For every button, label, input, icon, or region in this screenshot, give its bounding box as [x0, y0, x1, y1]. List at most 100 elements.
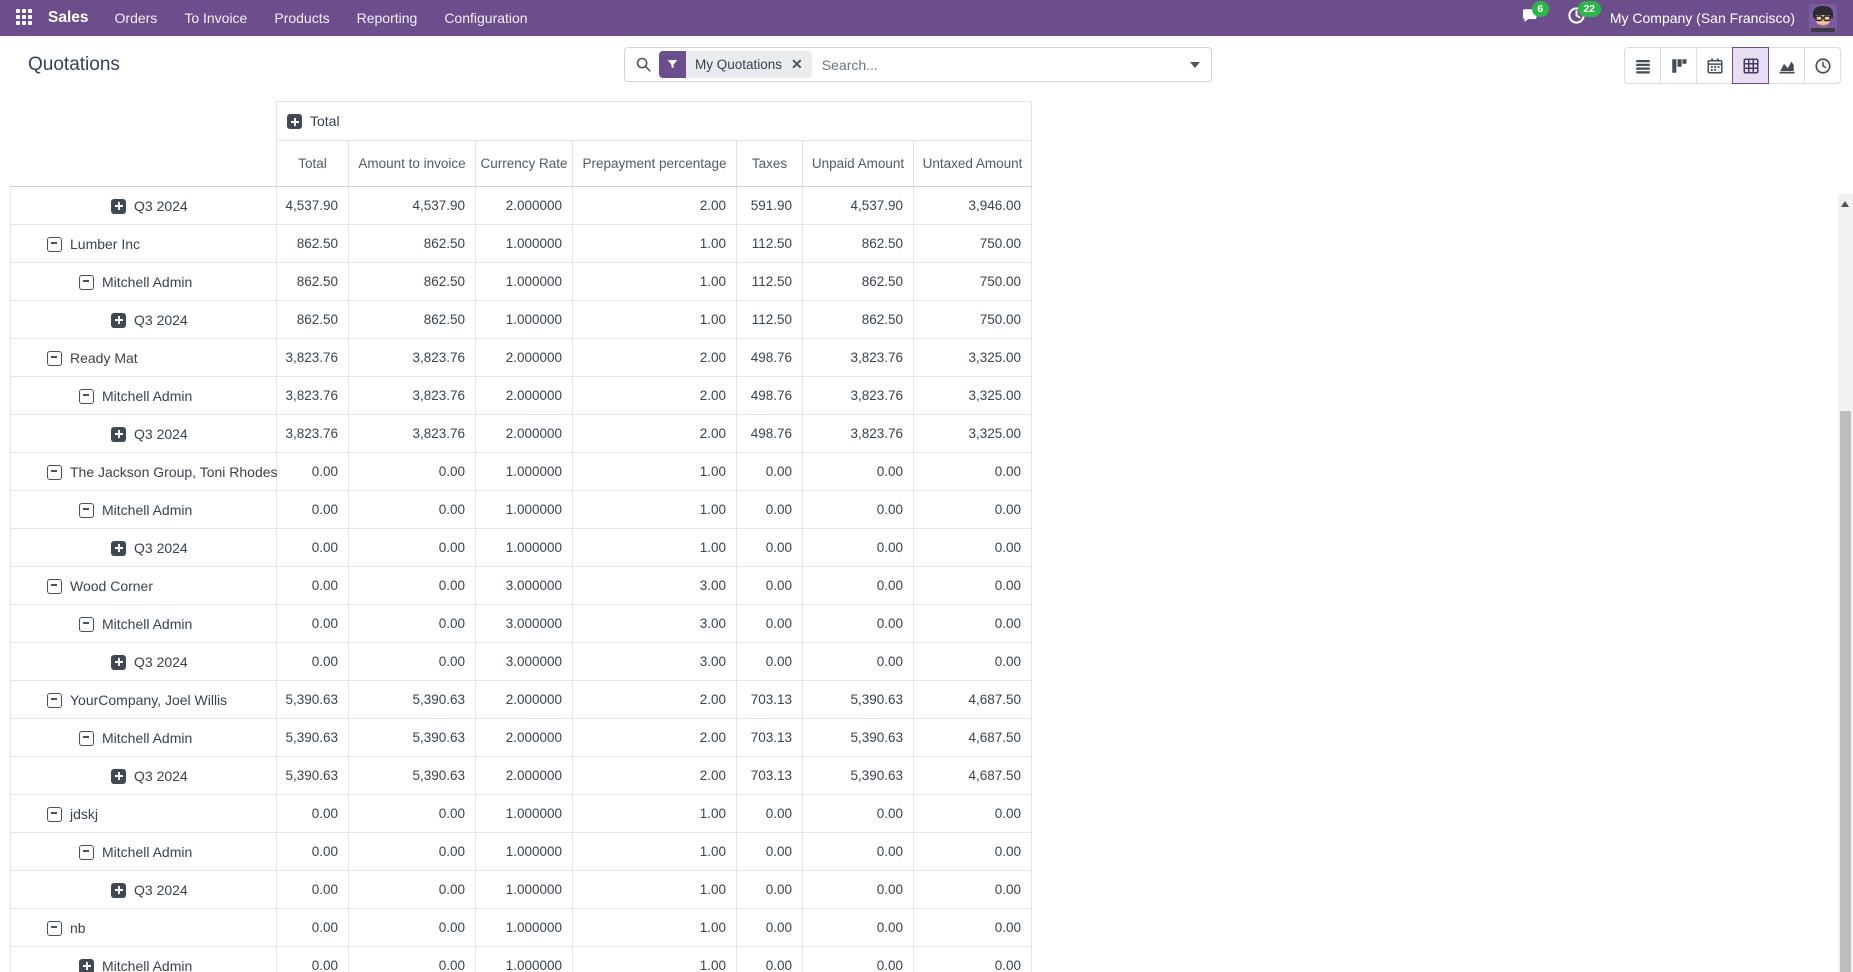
cell-value: 3,823.76 [349, 339, 476, 377]
row-header-mitchell-admin[interactable]: Mitchell Admin [11, 719, 277, 757]
cell-value: 0.00 [349, 453, 476, 491]
remove-filter-icon[interactable]: ✕ [789, 56, 812, 73]
cell-value: 0.00 [803, 871, 914, 909]
column-header-currency-rate[interactable]: Currency Rate [476, 141, 573, 187]
cell-value: 2.00 [573, 757, 737, 795]
expand-column-icon[interactable] [287, 114, 302, 129]
view-graph-button[interactable] [1768, 47, 1805, 84]
search-input[interactable] [812, 57, 1178, 73]
row-header-q3-2024[interactable]: Q3 2024 [11, 301, 277, 339]
collapse-row-icon[interactable] [47, 237, 62, 252]
row-header-lumber-inc[interactable]: Lumber Inc [11, 225, 277, 263]
collapse-row-icon[interactable] [47, 921, 62, 936]
row-header-wood-corner[interactable]: Wood Corner [11, 567, 277, 605]
row-header-q3-2024[interactable]: Q3 2024 [11, 187, 277, 225]
scrollbar-thumb[interactable] [1840, 411, 1851, 972]
scrollbar-up-arrow[interactable] [1841, 201, 1849, 207]
collapse-row-icon[interactable] [79, 503, 94, 518]
nav-item-to-invoice[interactable]: To Invoice [184, 10, 247, 26]
cell-value: 5,390.63 [803, 757, 914, 795]
cell-value: 0.00 [277, 871, 349, 909]
nav-item-products[interactable]: Products [274, 10, 329, 26]
expand-row-icon[interactable] [111, 883, 126, 898]
column-group-total[interactable]: Total [277, 102, 1032, 141]
cell-value: 0.00 [737, 833, 803, 871]
expand-row-icon[interactable] [111, 313, 126, 328]
row-header-jdskj[interactable]: jdskj [11, 795, 277, 833]
pivot-row: Ready Mat3,823.763,823.762.0000002.00498… [11, 339, 1032, 377]
row-label-text: YourCompany, Joel Willis [70, 692, 227, 708]
row-header-ready-mat[interactable]: Ready Mat [11, 339, 277, 377]
expand-row-icon[interactable] [111, 199, 126, 214]
app-name-sales[interactable]: Sales [48, 9, 89, 27]
expand-row-icon[interactable] [111, 655, 126, 670]
collapse-row-icon[interactable] [79, 617, 94, 632]
row-header-q3-2024[interactable]: Q3 2024 [11, 415, 277, 453]
row-header-q3-2024[interactable]: Q3 2024 [11, 529, 277, 567]
activities-button[interactable]: 22 [1566, 7, 1588, 29]
search-dropdown-toggle[interactable] [1178, 48, 1211, 81]
cell-value: 0.00 [277, 605, 349, 643]
filter-facet[interactable]: My Quotations ✕ [659, 51, 812, 78]
collapse-row-icon[interactable] [79, 731, 94, 746]
cell-value: 2.00 [573, 377, 737, 415]
row-header-mitchell-admin[interactable]: Mitchell Admin [11, 833, 277, 871]
pivot-icon [1742, 57, 1760, 75]
apps-grid-icon[interactable] [16, 9, 34, 27]
row-header-the-jackson-group-toni-rhodes[interactable]: The Jackson Group, Toni Rhodes [11, 453, 277, 491]
nav-item-reporting[interactable]: Reporting [357, 10, 418, 26]
collapse-row-icon[interactable] [79, 275, 94, 290]
row-header-mitchell-admin[interactable]: Mitchell Admin [11, 947, 277, 972]
cell-value: 0.00 [737, 491, 803, 529]
cell-value: 0.00 [349, 947, 476, 972]
row-header-mitchell-admin[interactable]: Mitchell Admin [11, 605, 277, 643]
expand-row-icon[interactable] [111, 769, 126, 784]
column-header-prepayment-percentage[interactable]: Prepayment percentage [573, 141, 737, 187]
search-box: My Quotations ✕ [624, 47, 1212, 82]
vertical-scrollbar[interactable] [1838, 194, 1853, 972]
collapse-row-icon[interactable] [47, 693, 62, 708]
row-header-mitchell-admin[interactable]: Mitchell Admin [11, 263, 277, 301]
user-avatar[interactable] [1809, 4, 1837, 32]
view-list-button[interactable] [1624, 47, 1661, 84]
column-header-amount-to-invoice[interactable]: Amount to invoice [349, 141, 476, 187]
row-header-q3-2024[interactable]: Q3 2024 [11, 757, 277, 795]
row-header-q3-2024[interactable]: Q3 2024 [11, 871, 277, 909]
expand-row-icon[interactable] [111, 541, 126, 556]
nav-item-orders[interactable]: Orders [115, 10, 158, 26]
collapse-row-icon[interactable] [47, 351, 62, 366]
column-header-taxes[interactable]: Taxes [737, 141, 803, 187]
collapse-row-icon[interactable] [79, 389, 94, 404]
cell-value: 1.00 [573, 225, 737, 263]
cell-value: 862.50 [277, 301, 349, 339]
view-calendar-button[interactable] [1696, 47, 1733, 84]
row-header-nb[interactable]: nb [11, 909, 277, 947]
collapse-row-icon[interactable] [47, 465, 62, 480]
collapse-row-icon[interactable] [47, 579, 62, 594]
column-header-total[interactable]: Total [277, 141, 349, 187]
expand-row-icon[interactable] [111, 427, 126, 442]
row-header-mitchell-admin[interactable]: Mitchell Admin [11, 377, 277, 415]
row-header-q3-2024[interactable]: Q3 2024 [11, 643, 277, 681]
column-header-untaxed-amount[interactable]: Untaxed Amount [914, 141, 1032, 187]
cell-value: 0.00 [349, 491, 476, 529]
view-kanban-button[interactable] [1660, 47, 1697, 84]
collapse-row-icon[interactable] [47, 807, 62, 822]
row-label-text: Q3 2024 [134, 426, 188, 442]
nav-item-configuration[interactable]: Configuration [444, 10, 527, 26]
column-header-unpaid-amount[interactable]: Unpaid Amount [803, 141, 914, 187]
row-label-text: Lumber Inc [70, 236, 140, 252]
row-header-mitchell-admin[interactable]: Mitchell Admin [11, 491, 277, 529]
row-label-text: jdskj [70, 806, 98, 822]
expand-row-icon[interactable] [79, 959, 94, 972]
view-pivot-button[interactable] [1732, 47, 1769, 84]
cell-value: 3.00 [573, 567, 737, 605]
view-activity-button[interactable] [1804, 47, 1841, 84]
pivot-row: Mitchell Admin0.000.003.0000003.000.000.… [11, 605, 1032, 643]
collapse-row-icon[interactable] [79, 845, 94, 860]
company-switcher[interactable]: My Company (San Francisco) [1610, 10, 1795, 26]
messages-button[interactable]: 6 [1520, 7, 1542, 29]
cell-value: 2.00 [573, 187, 737, 225]
cell-value: 862.50 [277, 263, 349, 301]
row-header-yourcompany-joel-willis[interactable]: YourCompany, Joel Willis [11, 681, 277, 719]
